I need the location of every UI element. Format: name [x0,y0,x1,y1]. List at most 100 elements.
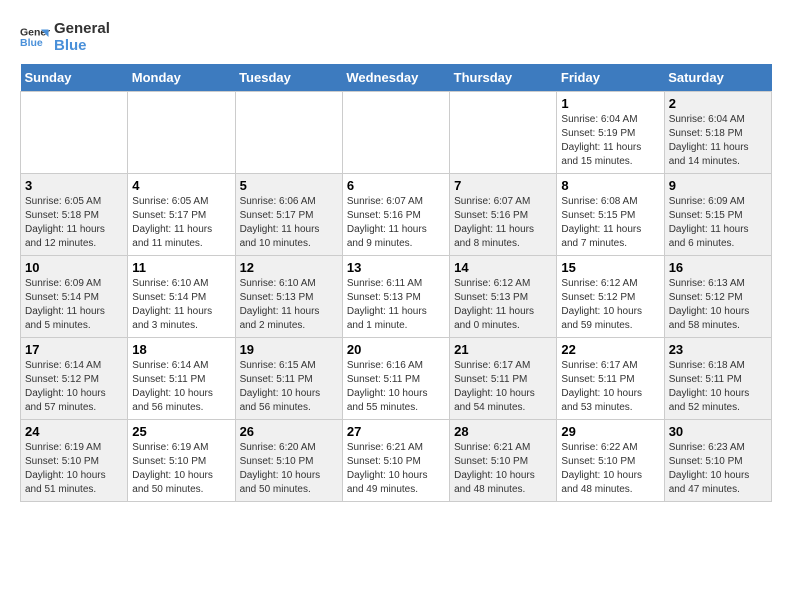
day-number: 27 [347,424,445,439]
day-cell: 28 Sunrise: 6:21 AM Sunset: 5:10 PM Dayli… [450,420,557,502]
day-number: 1 [561,96,659,111]
day-number: 4 [132,178,230,193]
day-number: 12 [240,260,338,275]
day-cell: 13 Sunrise: 6:11 AM Sunset: 5:13 PM Dayli… [342,256,449,338]
day-cell [450,92,557,174]
day-cell: 17 Sunrise: 6:14 AM Sunset: 5:12 PM Dayli… [21,338,128,420]
day-info: Sunrise: 6:11 AM Sunset: 5:13 PM Dayligh… [347,277,445,333]
logo-blue: Blue [54,37,110,54]
day-cell: 21 Sunrise: 6:17 AM Sunset: 5:11 PM Dayli… [450,338,557,420]
day-number: 21 [454,342,552,357]
day-cell: 1 Sunrise: 6:04 AM Sunset: 5:19 PM Daylig… [557,92,664,174]
logo-general: General [54,20,110,37]
day-info: Sunrise: 6:04 AM Sunset: 5:19 PM Dayligh… [561,113,659,169]
day-number: 10 [25,260,123,275]
weekday-header-tuesday: Tuesday [235,64,342,92]
day-cell: 5 Sunrise: 6:06 AM Sunset: 5:17 PM Daylig… [235,174,342,256]
day-cell [128,92,235,174]
day-cell: 3 Sunrise: 6:05 AM Sunset: 5:18 PM Daylig… [21,174,128,256]
day-cell: 10 Sunrise: 6:09 AM Sunset: 5:14 PM Dayli… [21,256,128,338]
day-number: 22 [561,342,659,357]
day-cell: 23 Sunrise: 6:18 AM Sunset: 5:11 PM Dayli… [664,338,771,420]
day-info: Sunrise: 6:12 AM Sunset: 5:13 PM Dayligh… [454,277,552,333]
day-info: Sunrise: 6:22 AM Sunset: 5:10 PM Dayligh… [561,441,659,497]
day-number: 26 [240,424,338,439]
day-number: 3 [25,178,123,193]
day-number: 7 [454,178,552,193]
week-row-3: 10 Sunrise: 6:09 AM Sunset: 5:14 PM Dayli… [21,256,772,338]
day-info: Sunrise: 6:19 AM Sunset: 5:10 PM Dayligh… [25,441,123,497]
day-number: 6 [347,178,445,193]
day-cell: 7Sunrise: 6:07 AM Sunset: 5:16 PM Daylig… [450,174,557,256]
day-info: Sunrise: 6:21 AM Sunset: 5:10 PM Dayligh… [347,441,445,497]
weekday-header-saturday: Saturday [664,64,771,92]
day-number: 23 [669,342,767,357]
header: General Blue General Blue [20,20,772,54]
day-info: Sunrise: 6:15 AM Sunset: 5:11 PM Dayligh… [240,359,338,415]
day-info: Sunrise: 6:04 AM Sunset: 5:18 PM Dayligh… [669,113,767,169]
day-number: 8 [561,178,659,193]
weekday-header-sunday: Sunday [21,64,128,92]
day-cell: 27 Sunrise: 6:21 AM Sunset: 5:10 PM Dayli… [342,420,449,502]
day-cell: 11 Sunrise: 6:10 AM Sunset: 5:14 PM Dayli… [128,256,235,338]
day-cell: 4Sunrise: 6:05 AM Sunset: 5:17 PM Daylig… [128,174,235,256]
day-number: 20 [347,342,445,357]
day-info: Sunrise: 6:05 AM Sunset: 5:18 PM Dayligh… [25,195,123,251]
week-row-4: 17 Sunrise: 6:14 AM Sunset: 5:12 PM Dayli… [21,338,772,420]
day-number: 18 [132,342,230,357]
day-cell: 25 Sunrise: 6:19 AM Sunset: 5:10 PM Dayli… [128,420,235,502]
weekday-header-friday: Friday [557,64,664,92]
logo-icon: General Blue [20,22,50,52]
day-cell [342,92,449,174]
day-info: Sunrise: 6:06 AM Sunset: 5:17 PM Dayligh… [240,195,338,251]
day-info: Sunrise: 6:16 AM Sunset: 5:11 PM Dayligh… [347,359,445,415]
day-cell: 9Sunrise: 6:09 AM Sunset: 5:15 PM Daylig… [664,174,771,256]
day-cell: 29 Sunrise: 6:22 AM Sunset: 5:10 PM Dayli… [557,420,664,502]
svg-text:Blue: Blue [20,37,43,49]
day-number: 24 [25,424,123,439]
day-cell [235,92,342,174]
day-cell: 19 Sunrise: 6:15 AM Sunset: 5:11 PM Dayli… [235,338,342,420]
day-cell: 16Sunrise: 6:13 AM Sunset: 5:12 PM Dayli… [664,256,771,338]
day-info: Sunrise: 6:18 AM Sunset: 5:11 PM Dayligh… [669,359,767,415]
day-info: Sunrise: 6:20 AM Sunset: 5:10 PM Dayligh… [240,441,338,497]
day-number: 2 [669,96,767,111]
day-info: Sunrise: 6:09 AM Sunset: 5:14 PM Dayligh… [25,277,123,333]
day-cell: 14 Sunrise: 6:12 AM Sunset: 5:13 PM Dayli… [450,256,557,338]
day-number: 29 [561,424,659,439]
day-cell: 22 Sunrise: 6:17 AM Sunset: 5:11 PM Dayli… [557,338,664,420]
day-info: Sunrise: 6:21 AM Sunset: 5:10 PM Dayligh… [454,441,552,497]
day-info: Sunrise: 6:17 AM Sunset: 5:11 PM Dayligh… [561,359,659,415]
logo: General Blue General Blue [20,20,110,54]
week-row-2: 3 Sunrise: 6:05 AM Sunset: 5:18 PM Daylig… [21,174,772,256]
day-number: 14 [454,260,552,275]
day-cell: 24 Sunrise: 6:19 AM Sunset: 5:10 PM Dayli… [21,420,128,502]
day-cell: 15Sunrise: 6:12 AM Sunset: 5:12 PM Dayli… [557,256,664,338]
day-number: 5 [240,178,338,193]
day-number: 11 [132,260,230,275]
day-number: 13 [347,260,445,275]
day-cell: 30Sunrise: 6:23 AM Sunset: 5:10 PM Dayli… [664,420,771,502]
day-number: 25 [132,424,230,439]
day-cell: 2 Sunrise: 6:04 AM Sunset: 5:18 PM Daylig… [664,92,771,174]
day-info: Sunrise: 6:10 AM Sunset: 5:14 PM Dayligh… [132,277,230,333]
day-info: Sunrise: 6:14 AM Sunset: 5:11 PM Dayligh… [132,359,230,415]
day-number: 19 [240,342,338,357]
day-cell: 26 Sunrise: 6:20 AM Sunset: 5:10 PM Dayli… [235,420,342,502]
day-cell [21,92,128,174]
day-number: 30 [669,424,767,439]
day-number: 15 [561,260,659,275]
weekday-header-row: SundayMondayTuesdayWednesdayThursdayFrid… [21,64,772,92]
day-number: 28 [454,424,552,439]
day-cell: 8Sunrise: 6:08 AM Sunset: 5:15 PM Daylig… [557,174,664,256]
day-cell: 20 Sunrise: 6:16 AM Sunset: 5:11 PM Dayli… [342,338,449,420]
day-info: Sunrise: 6:14 AM Sunset: 5:12 PM Dayligh… [25,359,123,415]
calendar-table: SundayMondayTuesdayWednesdayThursdayFrid… [20,64,772,502]
week-row-1: 1 Sunrise: 6:04 AM Sunset: 5:19 PM Daylig… [21,92,772,174]
week-row-5: 24 Sunrise: 6:19 AM Sunset: 5:10 PM Dayli… [21,420,772,502]
day-info: Sunrise: 6:09 AM Sunset: 5:15 PM Dayligh… [669,195,767,251]
weekday-header-thursday: Thursday [450,64,557,92]
day-number: 17 [25,342,123,357]
day-info: Sunrise: 6:19 AM Sunset: 5:10 PM Dayligh… [132,441,230,497]
day-info: Sunrise: 6:17 AM Sunset: 5:11 PM Dayligh… [454,359,552,415]
